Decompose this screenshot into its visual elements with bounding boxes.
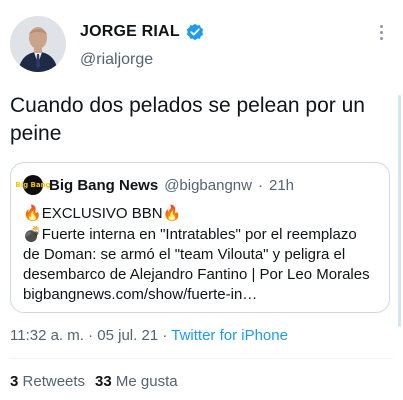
scrollbar[interactable] <box>398 95 401 327</box>
retweets-stat[interactable]: 3 Retweets <box>10 373 85 390</box>
bomb-icon: 💣 <box>23 225 42 243</box>
divider <box>10 358 393 359</box>
author-avatar[interactable] <box>10 16 66 72</box>
quoted-line: de Doman: se armó el "team Vilouta" y pe… <box>23 246 346 263</box>
quoted-tweet-card[interactable]: Big Bang Big Bang News @bigbangnw · 21h … <box>10 162 390 313</box>
tweet-text: Cuando dos pelados se pelean por un pein… <box>10 94 365 145</box>
quoted-line: desembarco de Alejandro Fantino | Por Le… <box>23 266 370 283</box>
quoted-line: 💣Fuerte interna en "Intratables" por el … <box>23 225 357 243</box>
quoted-author-handle: @bigbangnw <box>164 176 252 194</box>
quoted-author-name: Big Bang News <box>49 176 159 194</box>
tweet-detail: JORGE RIAL @rialjorge Cuando dos pelados… <box>0 0 403 400</box>
likes-stat[interactable]: 33 Me gusta <box>95 373 178 390</box>
tweet-stats: 3 Retweets 33 Me gusta <box>10 373 178 390</box>
quoted-line: 🔥EXCLUSIVO BBN🔥 <box>23 204 182 222</box>
quoted-author-avatar: Big Bang <box>15 175 51 195</box>
fire-icon: 🔥 <box>162 204 182 222</box>
tweet-source-link[interactable]: Twitter for iPhone <box>171 327 288 344</box>
author-name-row: JORGE RIAL <box>80 23 204 41</box>
quoted-tweet-body: 🔥EXCLUSIVO BBN🔥 💣Fuerte interna en "Intr… <box>23 203 385 305</box>
fire-icon: 🔥 <box>23 204 42 222</box>
quoted-link: bigbangnews.com/show/fuerte-in… <box>23 286 258 303</box>
tweet-time[interactable]: 11:32 a. m. <box>10 327 84 344</box>
quoted-separator: · <box>257 176 263 194</box>
tweet-meta: 11:32 a. m. · 05 jul. 21 · Twitter for i… <box>10 327 288 344</box>
quoted-tweet-time: 21h <box>268 176 295 194</box>
author-name[interactable]: JORGE RIAL <box>80 23 180 41</box>
verified-badge-icon <box>186 23 204 41</box>
tweet-date[interactable]: 05 jul. 21 <box>97 327 158 344</box>
author-handle[interactable]: @rialjorge <box>80 51 153 69</box>
quoted-tweet-header: Big Bang Big Bang News @bigbangnw · 21h <box>15 175 295 195</box>
more-options-icon[interactable] <box>375 22 389 42</box>
